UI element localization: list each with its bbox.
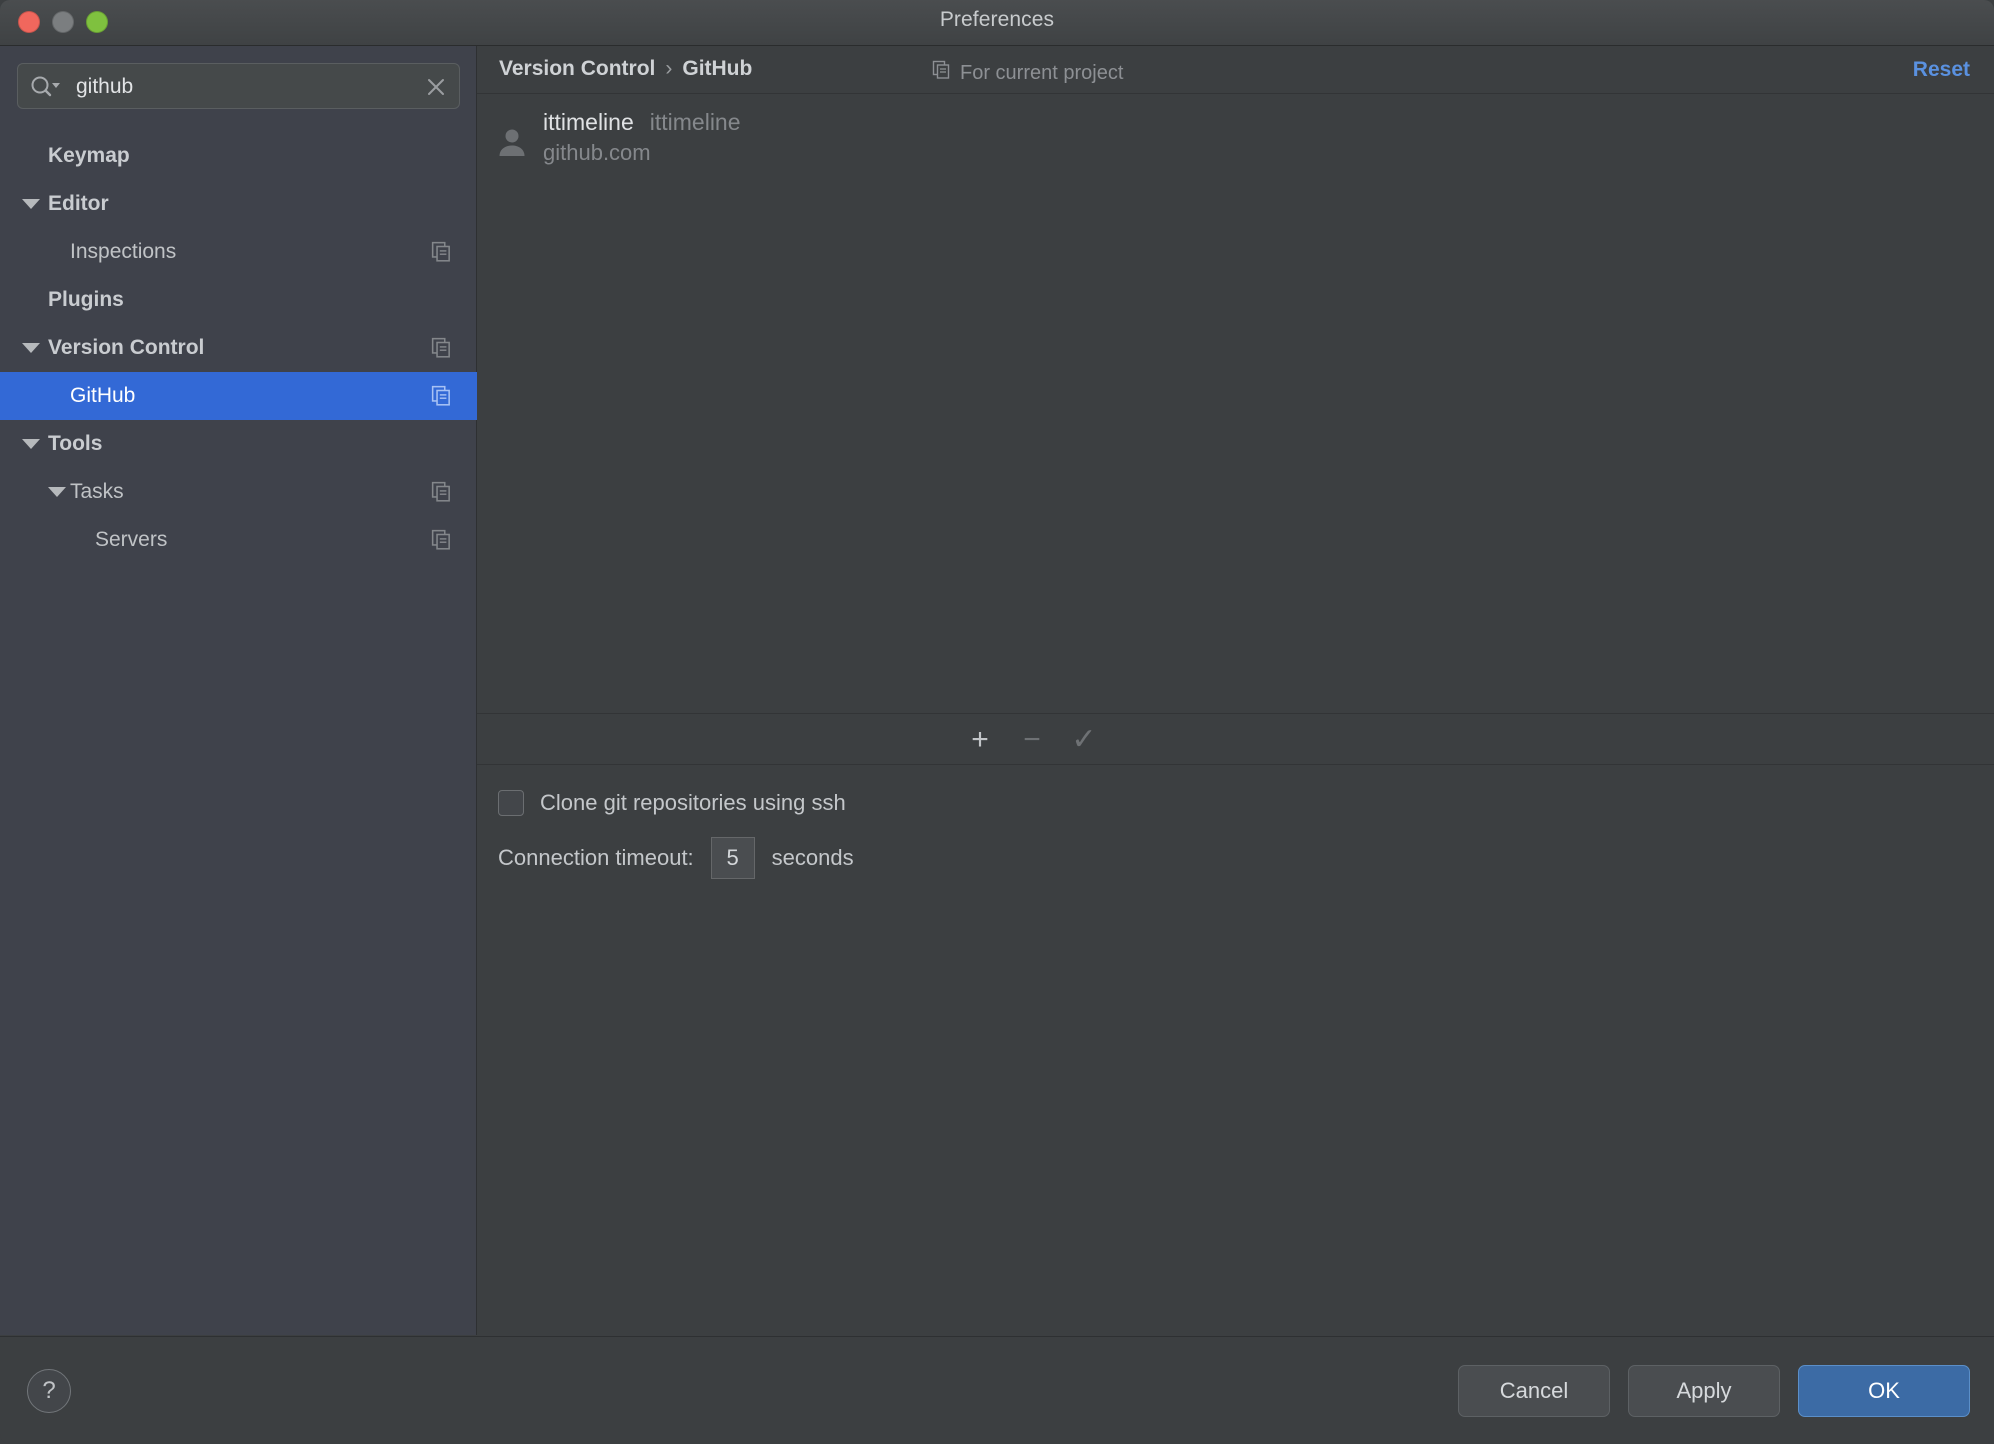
connection-timeout-unit: seconds xyxy=(771,845,854,870)
preferences-window: Preferences github Keymap Editor Inspectio… xyxy=(0,0,1994,1444)
sidebar-item-label: Keymap xyxy=(48,144,130,167)
settings-sidebar: github Keymap Editor Inspections Plugins Ver… xyxy=(0,46,477,1335)
breadcrumb-parent[interactable]: Version Control xyxy=(499,57,655,80)
for-current-project-text: For current project xyxy=(960,61,1124,84)
chevron-down-icon[interactable] xyxy=(48,487,66,497)
sidebar-item-label: Servers xyxy=(95,528,168,551)
sidebar-item-github[interactable]: GitHub xyxy=(0,372,477,420)
sidebar-item-label: Version Control xyxy=(48,336,205,359)
github-accounts-list[interactable]: ittimeline ittimeline github.com xyxy=(477,94,1994,714)
settings-main-panel: Version Control › GitHub For current proje… xyxy=(477,46,1994,1335)
connection-timeout-input[interactable]: 5 xyxy=(710,837,755,879)
project-scope-icon xyxy=(932,60,952,86)
sidebar-item-label: Editor xyxy=(48,192,109,215)
sidebar-item-inspections[interactable]: Inspections xyxy=(0,228,477,276)
accounts-toolbar: + − ✓ xyxy=(477,715,1994,765)
title-bar: Preferences xyxy=(0,0,1994,46)
remove-account-button[interactable]: − xyxy=(1015,723,1049,757)
apply-button[interactable]: Apply xyxy=(1628,1365,1780,1417)
sidebar-item-version-control[interactable]: Version Control xyxy=(0,324,477,372)
chevron-down-icon[interactable] xyxy=(22,439,40,449)
account-login: ittimeline xyxy=(649,109,741,135)
reset-link[interactable]: Reset xyxy=(1913,58,1970,82)
search-field[interactable]: github xyxy=(17,63,460,109)
plus-icon: + xyxy=(971,722,989,756)
search-input[interactable]: github xyxy=(76,74,133,100)
chevron-down-icon[interactable] xyxy=(22,343,40,353)
sidebar-item-servers[interactable]: Servers xyxy=(0,516,477,564)
help-button[interactable]: ? xyxy=(27,1369,71,1413)
chevron-down-icon[interactable] xyxy=(22,199,40,209)
sidebar-item-tools[interactable]: Tools xyxy=(0,420,477,468)
breadcrumb-current: GitHub xyxy=(682,57,753,80)
project-scope-icon xyxy=(431,481,453,503)
sidebar-item-label: GitHub xyxy=(70,384,136,407)
dialog-buttons: Cancel Apply OK xyxy=(1458,1365,1970,1417)
clone-ssh-checkbox[interactable] xyxy=(498,790,524,816)
for-current-project-label: For current project xyxy=(932,60,1123,86)
sidebar-item-tasks[interactable]: Tasks xyxy=(0,468,477,516)
connection-timeout-label: Connection timeout: xyxy=(498,845,694,870)
search-icon[interactable] xyxy=(29,75,63,99)
set-default-account-button[interactable]: ✓ xyxy=(1067,723,1101,757)
ok-button[interactable]: OK xyxy=(1798,1365,1970,1417)
sidebar-item-label: Tasks xyxy=(70,480,124,503)
project-scope-icon xyxy=(431,529,453,551)
account-row[interactable]: ittimeline ittimeline github.com xyxy=(477,104,1994,180)
project-scope-icon xyxy=(431,385,453,407)
breadcrumb-separator-icon: › xyxy=(665,57,673,80)
sidebar-item-keymap[interactable]: Keymap xyxy=(0,132,477,180)
project-scope-icon xyxy=(431,337,453,359)
user-avatar-icon xyxy=(495,125,529,159)
project-scope-icon xyxy=(431,241,453,263)
account-details: ittimeline ittimeline github.com xyxy=(543,109,741,166)
breadcrumb: Version Control › GitHub xyxy=(499,57,752,81)
minus-icon: − xyxy=(1023,722,1041,756)
account-host: github.com xyxy=(543,140,651,165)
window-title: Preferences xyxy=(939,8,1055,31)
account-name: ittimeline xyxy=(543,109,634,135)
sidebar-item-plugins[interactable]: Plugins xyxy=(0,276,477,324)
sidebar-item-label: Inspections xyxy=(70,240,177,263)
sidebar-item-label: Tools xyxy=(48,432,103,455)
clone-ssh-row[interactable]: Clone git repositories using ssh xyxy=(498,790,846,816)
dialog-footer: ? Cancel Apply OK xyxy=(0,1336,1994,1444)
clear-icon[interactable] xyxy=(424,75,448,99)
github-settings-section: Clone git repositories using ssh Connect… xyxy=(477,765,1994,1335)
settings-tree: Keymap Editor Inspections Plugins Version Co… xyxy=(0,132,477,564)
breadcrumb-bar: Version Control › GitHub For current proje… xyxy=(477,46,1994,94)
checkmark-icon: ✓ xyxy=(1071,722,1097,756)
sidebar-item-label: Plugins xyxy=(48,288,124,311)
cancel-button[interactable]: Cancel xyxy=(1458,1365,1610,1417)
add-account-button[interactable]: + xyxy=(963,723,997,757)
clone-ssh-label: Clone git repositories using ssh xyxy=(540,790,846,815)
sidebar-item-editor[interactable]: Editor xyxy=(0,180,477,228)
connection-timeout-value: 5 xyxy=(726,845,739,870)
connection-timeout-row: Connection timeout: 5 seconds xyxy=(498,837,854,879)
